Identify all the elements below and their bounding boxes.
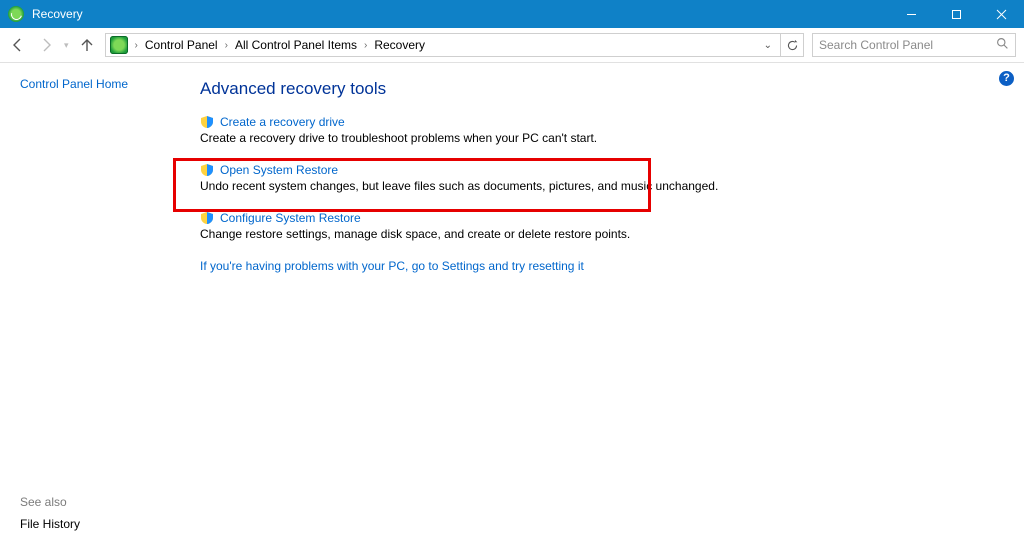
address-history-dropdown[interactable]: ⌄ xyxy=(760,40,776,51)
search-box[interactable]: Search Control Panel xyxy=(812,33,1016,57)
open-system-restore-link[interactable]: Open System Restore xyxy=(220,163,338,177)
recent-locations-dropdown[interactable]: ▾ xyxy=(64,40,69,51)
recovery-app-icon xyxy=(8,6,24,22)
control-panel-home-link[interactable]: Control Panel Home xyxy=(20,77,170,91)
configure-system-restore-link[interactable]: Configure System Restore xyxy=(220,211,361,225)
up-button[interactable] xyxy=(77,35,97,55)
shield-icon xyxy=(200,211,214,225)
chevron-right-icon: › xyxy=(361,40,370,51)
close-button[interactable] xyxy=(979,0,1024,28)
sidebar: Control Panel Home See also File History xyxy=(0,63,180,540)
tool-create-recovery-drive: Create a recovery drive Create a recover… xyxy=(200,115,860,145)
title-bar: Recovery xyxy=(0,0,1024,28)
chevron-right-icon: › xyxy=(132,40,141,51)
forward-button[interactable] xyxy=(36,35,56,55)
chevron-right-icon: › xyxy=(222,40,231,51)
tool-configure-system-restore: Configure System Restore Change restore … xyxy=(200,211,860,241)
breadcrumb-control-panel[interactable]: Control Panel xyxy=(145,38,218,52)
window-title: Recovery xyxy=(32,7,83,21)
breadcrumb-recovery[interactable]: Recovery xyxy=(374,38,425,52)
configure-system-restore-desc: Change restore settings, manage disk spa… xyxy=(200,227,860,241)
page-heading: Advanced recovery tools xyxy=(200,79,1008,99)
shield-icon xyxy=(200,115,214,129)
reset-pc-link[interactable]: If you're having problems with your PC, … xyxy=(200,259,584,273)
shield-icon xyxy=(200,163,214,177)
search-icon xyxy=(996,37,1009,53)
window-controls xyxy=(889,0,1024,28)
content-body: Control Panel Home See also File History… xyxy=(0,63,1024,540)
back-button[interactable] xyxy=(8,35,28,55)
breadcrumb-all-items[interactable]: All Control Panel Items xyxy=(235,38,357,52)
recovery-path-icon xyxy=(110,36,128,54)
open-system-restore-desc: Undo recent system changes, but leave fi… xyxy=(200,179,860,193)
refresh-button[interactable] xyxy=(781,33,804,57)
toolbar: ▾ › Control Panel › All Control Panel It… xyxy=(0,28,1024,63)
create-recovery-drive-link[interactable]: Create a recovery drive xyxy=(220,115,345,129)
see-also-file-history[interactable]: File History xyxy=(20,517,170,531)
search-placeholder: Search Control Panel xyxy=(819,38,933,52)
tool-open-system-restore: Open System Restore Undo recent system c… xyxy=(200,163,860,193)
create-recovery-drive-desc: Create a recovery drive to troubleshoot … xyxy=(200,131,860,145)
minimize-button[interactable] xyxy=(889,0,934,28)
help-icon[interactable]: ? xyxy=(999,71,1014,86)
main-content: ? Advanced recovery tools Create a recov… xyxy=(180,63,1024,540)
maximize-button[interactable] xyxy=(934,0,979,28)
address-bar[interactable]: › Control Panel › All Control Panel Item… xyxy=(105,33,781,57)
see-also-header: See also xyxy=(20,495,170,509)
